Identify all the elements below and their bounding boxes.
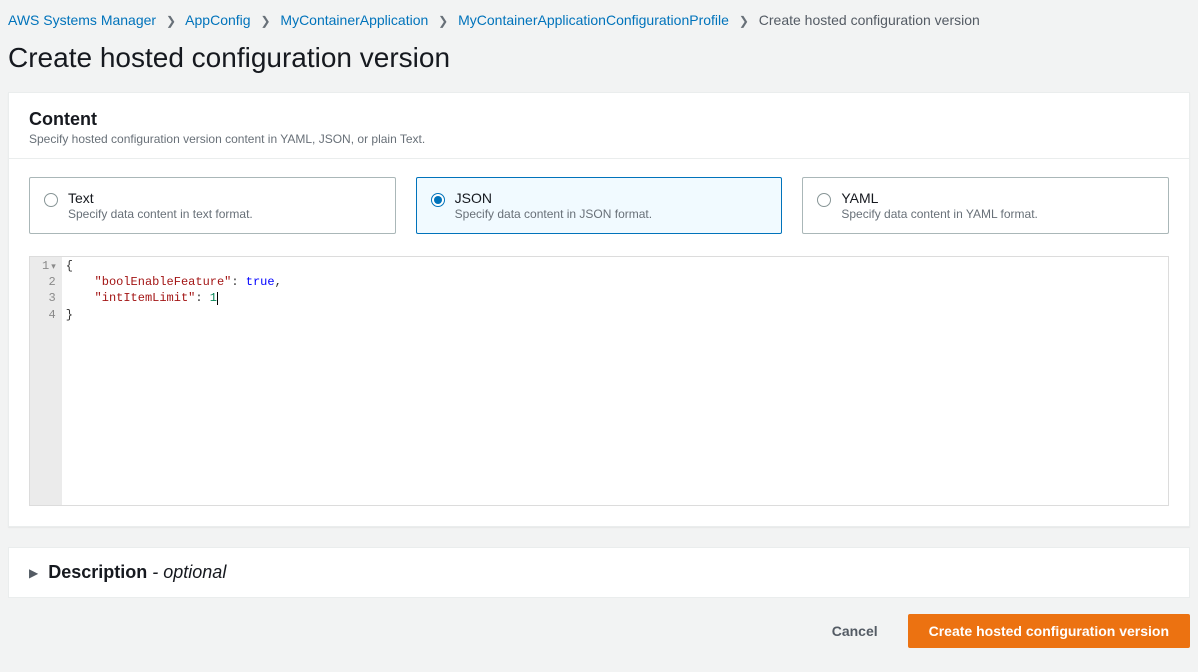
caret-right-icon: ▶	[29, 566, 38, 580]
description-title: Description - optional	[48, 562, 226, 583]
format-option-yaml[interactable]: YAML Specify data content in YAML format…	[802, 177, 1169, 234]
chevron-right-icon: ❯	[438, 14, 448, 28]
format-selector: Text Specify data content in text format…	[29, 177, 1169, 234]
code-token: :	[231, 275, 245, 289]
format-label-json: JSON	[455, 190, 652, 206]
format-option-json[interactable]: JSON Specify data content in JSON format…	[416, 177, 783, 234]
line-number: 4	[42, 307, 56, 323]
code-token: ,	[275, 275, 282, 289]
code-token: {	[66, 259, 73, 273]
description-label: Description	[48, 562, 147, 582]
format-label-text: Text	[68, 190, 253, 206]
editor-content[interactable]: { "boolEnableFeature": true, "intItemLim…	[62, 257, 1168, 505]
format-option-text[interactable]: Text Specify data content in text format…	[29, 177, 396, 234]
content-panel: Content Specify hosted configuration ver…	[8, 92, 1190, 527]
line-number: 2	[42, 274, 56, 290]
breadcrumb: AWS Systems Manager ❯ AppConfig ❯ MyCont…	[0, 0, 1198, 28]
description-optional: - optional	[147, 562, 226, 582]
code-token: :	[195, 291, 209, 305]
breadcrumb-link-appconfig[interactable]: AppConfig	[185, 12, 250, 28]
editor-gutter: 1234	[30, 257, 62, 505]
line-number: 3	[42, 290, 56, 306]
cancel-button[interactable]: Cancel	[816, 615, 894, 647]
chevron-right-icon: ❯	[739, 14, 749, 28]
radio-icon	[817, 193, 831, 207]
radio-icon	[44, 193, 58, 207]
code-token: 1	[210, 291, 217, 305]
format-desc-text: Specify data content in text format.	[68, 207, 253, 221]
content-panel-header: Content Specify hosted configuration ver…	[9, 93, 1189, 159]
content-heading: Content	[29, 109, 1169, 130]
code-token: "intItemLimit"	[95, 291, 196, 305]
format-label-yaml: YAML	[841, 190, 1038, 206]
code-token: true	[246, 275, 275, 289]
create-button[interactable]: Create hosted configuration version	[908, 614, 1190, 648]
breadcrumb-link-systems-manager[interactable]: AWS Systems Manager	[8, 12, 156, 28]
editor-cursor	[217, 292, 218, 305]
breadcrumb-link-profile[interactable]: MyContainerApplicationConfigurationProfi…	[458, 12, 729, 28]
breadcrumb-current: Create hosted configuration version	[759, 12, 980, 28]
radio-icon	[431, 193, 445, 207]
breadcrumb-link-application[interactable]: MyContainerApplication	[280, 12, 428, 28]
format-desc-json: Specify data content in JSON format.	[455, 207, 652, 221]
code-token: }	[66, 308, 73, 322]
form-actions: Cancel Create hosted configuration versi…	[0, 614, 1198, 672]
content-panel-body: Text Specify data content in text format…	[9, 159, 1189, 526]
chevron-right-icon: ❯	[260, 14, 270, 28]
code-editor[interactable]: 1234 { "boolEnableFeature": true, "intIt…	[29, 256, 1169, 506]
content-description: Specify hosted configuration version con…	[29, 132, 1169, 146]
format-desc-yaml: Specify data content in YAML format.	[841, 207, 1038, 221]
page-title: Create hosted configuration version	[0, 28, 1198, 92]
description-panel[interactable]: ▶ Description - optional	[8, 547, 1190, 598]
line-number: 1	[42, 258, 56, 274]
chevron-right-icon: ❯	[166, 14, 176, 28]
code-token: "boolEnableFeature"	[95, 275, 232, 289]
